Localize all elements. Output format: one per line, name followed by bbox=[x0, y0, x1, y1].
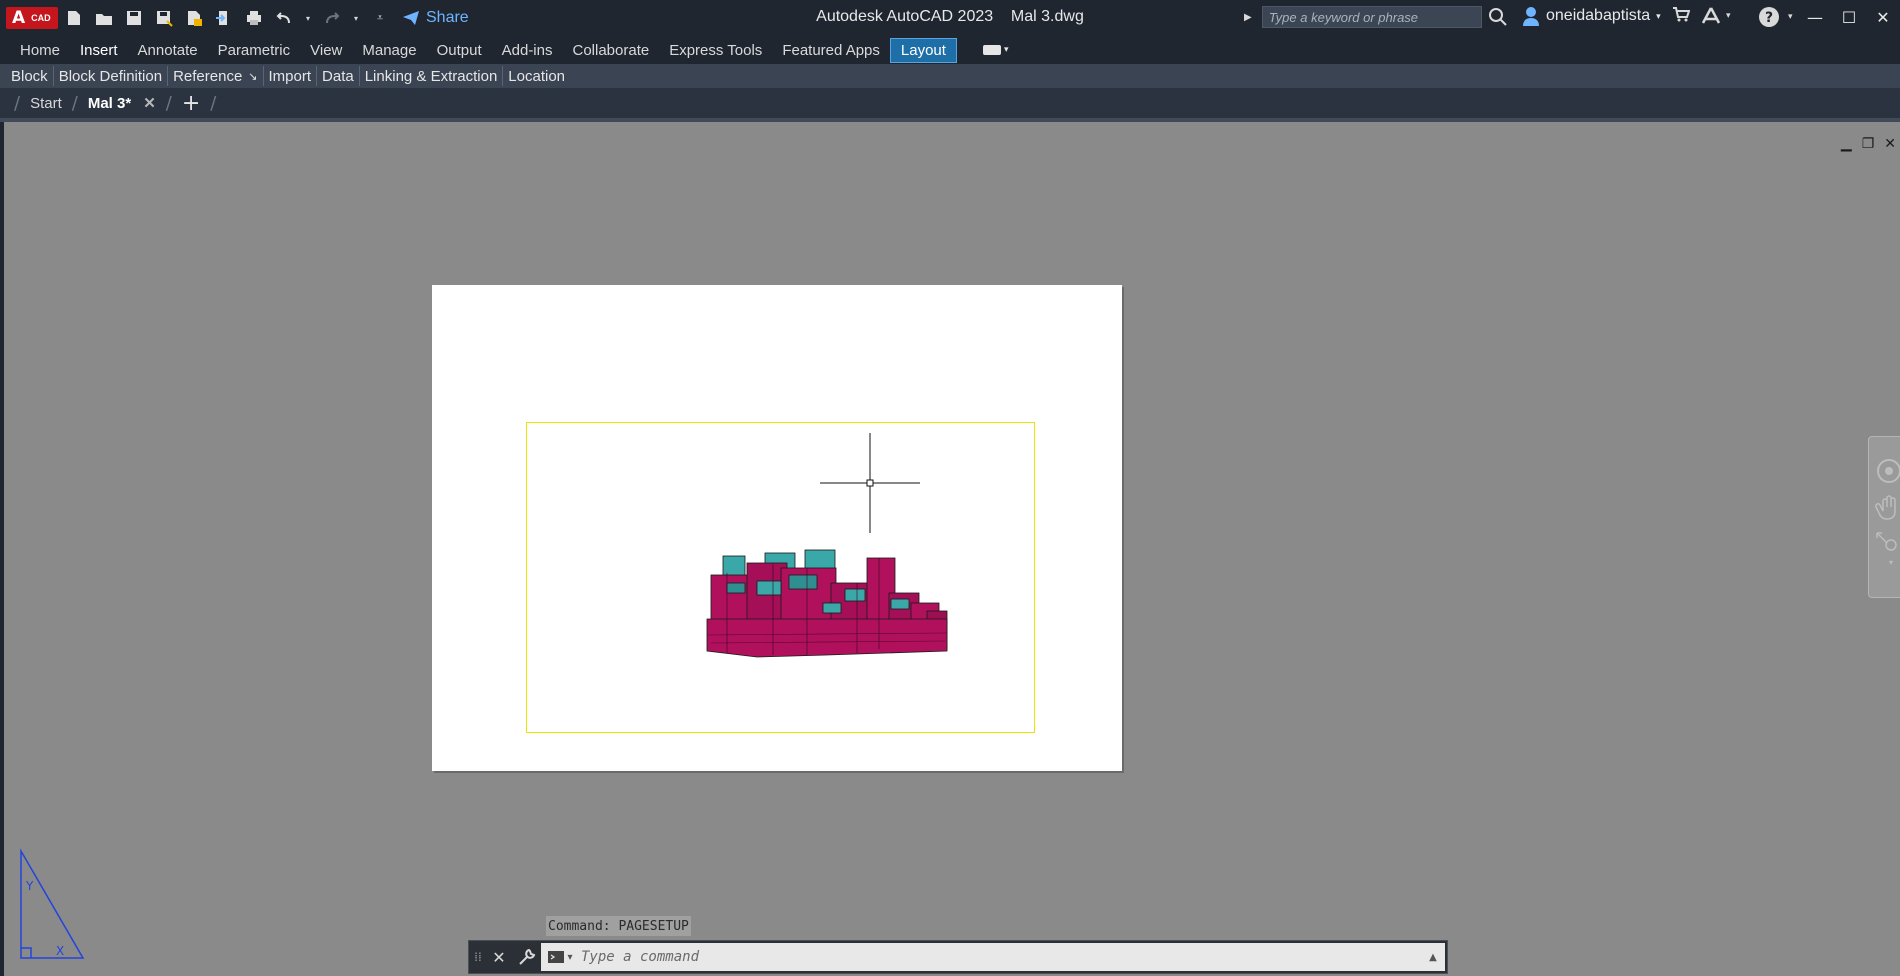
recent-commands-icon[interactable]: ▾ bbox=[541, 950, 579, 964]
close-window-icon[interactable]: ✕ bbox=[1866, 4, 1900, 30]
tab-add-ins[interactable]: Add-ins bbox=[492, 39, 563, 62]
undo-icon[interactable] bbox=[274, 8, 294, 28]
panel-launcher-icon[interactable]: ↘ bbox=[248, 70, 257, 83]
help-icon[interactable]: ? ▾ bbox=[1758, 6, 1793, 28]
title-bar: A CAD ▾ ▾ ⩡ Share Autodesk AutoCAD 2023 … bbox=[0, 0, 1900, 36]
maximize-window-icon[interactable]: ☐ bbox=[1832, 4, 1866, 30]
layout-viewport[interactable] bbox=[526, 422, 1035, 733]
command-line-window: ⁞⁞ ✕ ▾ ▲ bbox=[468, 940, 1448, 974]
drawing-close-icon[interactable]: ✕ bbox=[1884, 136, 1896, 152]
panel-location[interactable]: Location bbox=[503, 66, 570, 86]
tab-annotate[interactable]: Annotate bbox=[128, 39, 208, 62]
ribbon-minimize-icon bbox=[982, 45, 1001, 55]
window-left-edge bbox=[0, 0, 4, 976]
tab-featured-apps[interactable]: Featured Apps bbox=[772, 39, 890, 62]
panel-import[interactable]: Import bbox=[264, 66, 318, 86]
command-history-line: Command: PAGESETUP bbox=[546, 916, 691, 936]
new-file-icon[interactable] bbox=[64, 8, 84, 28]
panel-block-definition[interactable]: Block Definition bbox=[54, 66, 169, 86]
tab-express-tools[interactable]: Express Tools bbox=[659, 39, 772, 62]
layout-paper-sheet[interactable] bbox=[432, 285, 1122, 771]
pan-hand-icon[interactable] bbox=[1875, 495, 1896, 520]
app-logo-label: CAD bbox=[31, 13, 51, 23]
tab-parametric[interactable]: Parametric bbox=[208, 39, 301, 62]
user-dropdown-icon: ▾ bbox=[1656, 10, 1661, 21]
share-label: Share bbox=[426, 9, 469, 26]
undo-dropdown-icon[interactable]: ▾ bbox=[304, 8, 312, 28]
user-name: oneidabaptista bbox=[1546, 7, 1651, 24]
tab-collaborate[interactable]: Collaborate bbox=[562, 39, 659, 62]
close-command-line-icon[interactable]: ✕ bbox=[485, 942, 513, 972]
steering-wheel-icon[interactable] bbox=[1877, 459, 1900, 483]
plot-printer-icon[interactable] bbox=[244, 8, 264, 28]
command-input[interactable] bbox=[579, 943, 1421, 971]
tab-home[interactable]: Home bbox=[10, 39, 70, 62]
tab-drawing-mal3[interactable]: Mal 3* ✕ bbox=[78, 88, 166, 118]
ribbon-display-toggle[interactable]: ▾ bbox=[982, 45, 1009, 55]
autocad-a-logo: A bbox=[12, 8, 26, 28]
customize-command-line-icon[interactable] bbox=[513, 942, 541, 972]
command-input-field: ▾ ▲ bbox=[541, 943, 1445, 971]
panel-linking-extraction[interactable]: Linking & Extraction bbox=[360, 66, 504, 86]
panel-reference[interactable]: Reference ↘ bbox=[168, 66, 264, 86]
tab-layout[interactable]: Layout bbox=[889, 37, 957, 63]
nav-bar-options-icon[interactable]: ▾ bbox=[1889, 558, 1893, 567]
save-as-icon[interactable] bbox=[154, 8, 174, 28]
navigation-bar: ▾ bbox=[1868, 436, 1900, 598]
save-to-web-icon[interactable] bbox=[184, 8, 204, 28]
window-controls: — ☐ ✕ bbox=[1798, 4, 1900, 30]
customize-qat-icon[interactable]: ⩡ bbox=[370, 8, 390, 28]
search-input[interactable] bbox=[1261, 6, 1482, 28]
svg-text:?: ? bbox=[1765, 10, 1773, 26]
tab-drawing-label: Mal 3* bbox=[87, 94, 132, 112]
user-menu[interactable]: oneidabaptista ▾ bbox=[1522, 6, 1661, 26]
panel-reference-label: Reference bbox=[173, 67, 243, 85]
ribbon-display-dropdown-icon: ▾ bbox=[1003, 45, 1009, 55]
minimize-window-icon[interactable]: — bbox=[1798, 4, 1832, 30]
tab-start-label: Start bbox=[30, 94, 62, 112]
ribbon-panel-bar: Block Block Definition Reference ↘ Impor… bbox=[0, 64, 1900, 88]
save-icon[interactable] bbox=[124, 8, 144, 28]
autodesk-account-icon[interactable]: ▾ bbox=[1700, 6, 1731, 26]
svg-text:Y: Y bbox=[25, 879, 34, 893]
ucs-icon: Y X bbox=[18, 848, 88, 964]
share-button[interactable]: Share bbox=[402, 9, 469, 27]
svg-text:▾: ▾ bbox=[1889, 558, 1893, 567]
panel-block[interactable]: Block bbox=[6, 66, 54, 86]
expand-search-arrow-icon[interactable]: ▶ bbox=[1244, 12, 1252, 23]
redo-dropdown-icon[interactable]: ▾ bbox=[352, 8, 360, 28]
tab-view[interactable]: View bbox=[300, 39, 352, 62]
app-menu-button[interactable]: A CAD bbox=[6, 7, 58, 29]
search-icon[interactable] bbox=[1488, 7, 1508, 27]
info-center-search: ▶ bbox=[1244, 6, 1508, 28]
close-tab-icon[interactable]: ✕ bbox=[143, 94, 156, 112]
new-drawing-tab-button[interactable]: + bbox=[172, 91, 210, 116]
autodesk-app-store-icon[interactable] bbox=[1672, 6, 1690, 22]
tab-insert[interactable]: Insert bbox=[70, 39, 128, 62]
tab-output[interactable]: Output bbox=[427, 39, 492, 62]
model-3d-buildings bbox=[706, 433, 948, 658]
quick-access-toolbar: ▾ ▾ ⩡ Share bbox=[64, 6, 469, 30]
command-line-grip-handle[interactable]: ⁞⁞ bbox=[471, 950, 485, 964]
command-history-toggle-icon[interactable]: ▲ bbox=[1421, 952, 1445, 963]
user-avatar-icon bbox=[1523, 7, 1539, 26]
panel-data[interactable]: Data bbox=[317, 66, 360, 86]
tab-start[interactable]: Start bbox=[20, 88, 72, 118]
zoom-extents-icon[interactable] bbox=[1876, 532, 1897, 551]
drawing-window-controls: ▁ ❐ ✕ bbox=[1841, 136, 1896, 152]
open-from-web-icon[interactable] bbox=[214, 8, 234, 28]
document-tab-bar: / Start / Mal 3* ✕ / + / bbox=[0, 88, 1900, 122]
send-plane-icon bbox=[403, 11, 419, 25]
svg-text:X: X bbox=[56, 944, 64, 958]
crosshair-cursor bbox=[820, 433, 920, 533]
drawing-minimize-icon[interactable]: ▁ bbox=[1841, 136, 1852, 152]
tab-separator: / bbox=[210, 92, 217, 114]
open-folder-icon[interactable] bbox=[94, 8, 114, 28]
tab-manage[interactable]: Manage bbox=[352, 39, 426, 62]
drawing-restore-icon[interactable]: ❐ bbox=[1862, 136, 1875, 152]
ribbon-tab-bar: Home Insert Annotate Parametric View Man… bbox=[0, 36, 1900, 64]
redo-icon[interactable] bbox=[322, 8, 342, 28]
